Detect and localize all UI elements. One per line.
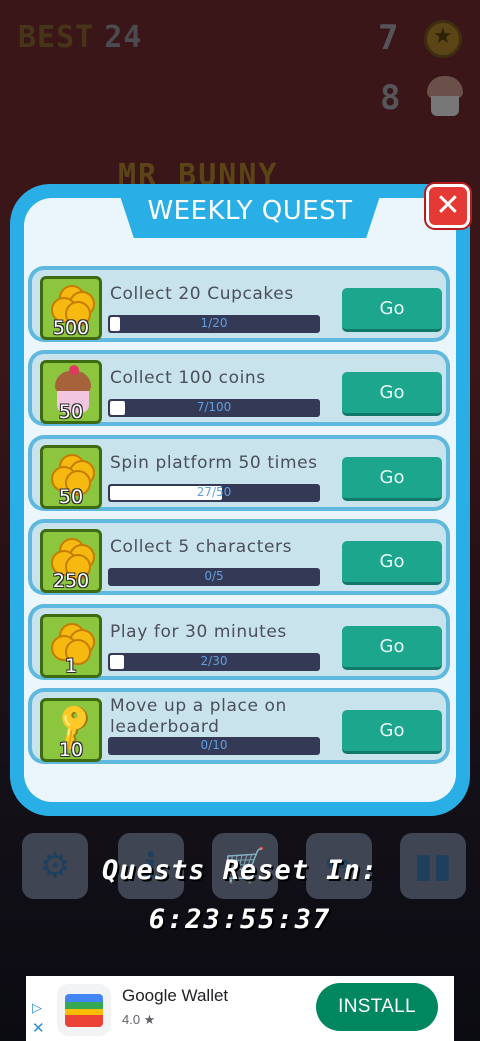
ad-install-button[interactable]: INSTALL [316, 983, 438, 1031]
quest-description: Collect 20 Cupcakes [110, 284, 294, 304]
quest-row: 250 Collect 5 characters 0/5 Go [28, 519, 450, 595]
progress-text: 0/5 [204, 569, 224, 583]
progress-text: 1/20 [200, 316, 228, 330]
progress-text: 2/30 [200, 654, 228, 668]
progress-text: 0/10 [200, 738, 228, 752]
quests-reset-timer: 6:23:55:37 [148, 904, 332, 935]
go-button[interactable]: Go [342, 541, 442, 585]
cupcake-count: 8 [380, 78, 401, 118]
quest-card: 50 Collect 100 coins 7/100 Go [32, 354, 446, 424]
quest-card: 500 Collect 20 Cupcakes 1/20 Go [32, 270, 446, 340]
quests-reset-label: Quests Reset In: [101, 855, 379, 886]
reward-amount: 50 [58, 401, 84, 423]
ad-rating: 4.0 ★ [122, 1012, 156, 1027]
reward-amount: 50 [58, 486, 84, 508]
quest-progress-bar: 1/20 [108, 315, 320, 333]
quest-row: 50 Spin platform 50 times 27/50 Go [28, 435, 450, 511]
go-button[interactable]: Go [342, 626, 442, 670]
quest-card: 1 Play for 30 minutes 2/30 Go [32, 608, 446, 678]
go-button[interactable]: Go [342, 710, 442, 754]
ad-app-name[interactable]: Google Wallet [122, 986, 228, 1006]
progress-text: 27/50 [196, 485, 232, 499]
quest-progress-bar: 0/10 [108, 737, 320, 755]
quest-description: Move up a place on leaderboard [110, 696, 287, 737]
quest-progress-bar: 2/30 [108, 653, 320, 671]
cupcake-icon [425, 74, 465, 118]
reward-badge: 500 [40, 276, 102, 340]
quest-card: 🔑 10 Move up a place on leaderboard 0/10 Go [32, 692, 446, 762]
reward-amount: 1 [64, 655, 78, 677]
coin-count: 7 [378, 18, 399, 58]
close-button[interactable]: ✕ [426, 184, 470, 228]
quest-card: 50 Spin platform 50 times 27/50 Go [32, 439, 446, 509]
modal-title: WEEKLY QUEST [147, 196, 353, 226]
ad-choices-icon[interactable]: ▷ [32, 1001, 42, 1016]
reward-amount: 500 [52, 317, 90, 339]
best-label: BEST [18, 20, 95, 55]
reward-amount: 250 [52, 570, 90, 592]
quest-row: 1 Play for 30 minutes 2/30 Go [28, 604, 450, 680]
quest-description: Play for 30 minutes [110, 622, 287, 642]
quest-description: Collect 100 coins [110, 368, 266, 388]
quest-progress-bar: 0/5 [108, 568, 320, 586]
coin-icon [424, 20, 462, 58]
reward-badge: 250 [40, 529, 102, 593]
reward-badge: 50 [40, 360, 102, 424]
reward-badge: 50 [40, 445, 102, 509]
quest-row: 500 Collect 20 Cupcakes 1/20 Go [28, 266, 450, 342]
go-button[interactable]: Go [342, 288, 442, 332]
best-score: BEST 24 [18, 20, 142, 55]
quest-progress-bar: 27/50 [108, 484, 320, 502]
quest-row: 50 Collect 100 coins 7/100 Go [28, 350, 450, 426]
best-value: 24 [104, 20, 143, 55]
ad-close-icon[interactable]: ✕ [32, 1019, 45, 1037]
quest-description: Spin platform 50 times [110, 453, 318, 473]
quest-row: 🔑 10 Move up a place on leaderboard 0/10 Go [28, 688, 450, 764]
go-button[interactable]: Go [342, 372, 442, 416]
google-wallet-icon[interactable] [57, 984, 111, 1036]
close-icon: ✕ [435, 188, 461, 223]
reward-badge: 🔑 10 [40, 698, 102, 762]
reward-badge: 1 [40, 614, 102, 678]
quest-progress-bar: 7/100 [108, 399, 320, 417]
go-button[interactable]: Go [342, 457, 442, 501]
progress-text: 7/100 [196, 400, 232, 414]
quest-card: 250 Collect 5 characters 0/5 Go [32, 523, 446, 593]
quest-description: Collect 5 characters [110, 537, 293, 557]
reward-amount: 10 [58, 739, 84, 761]
